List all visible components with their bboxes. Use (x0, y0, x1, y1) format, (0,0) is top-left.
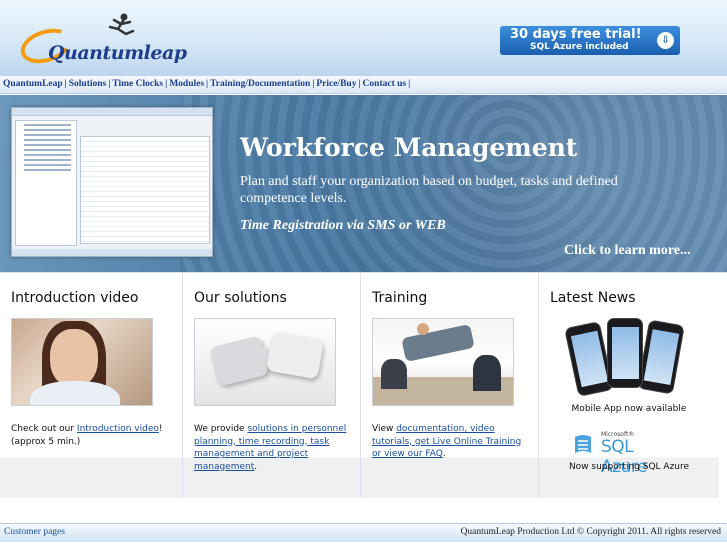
intro-video-thumbnail[interactable] (11, 318, 153, 406)
logo-text: Quantumleap (48, 42, 187, 64)
training-text: View documentation, video tutorials, get… (372, 424, 522, 459)
copyright-text: QuantumLeap Production Ltd © Copyright 2… (460, 527, 721, 537)
trial-title: 30 days free trial! (510, 27, 642, 42)
solutions-heading: Our solutions (194, 290, 287, 306)
nav-item-training[interactable]: Training/Documentation | (210, 79, 316, 89)
nav-item-modules[interactable]: Modules | (169, 79, 210, 89)
customer-pages-link[interactable]: Customer pages (4, 527, 65, 537)
training-column: Training View documentation, video tutor… (361, 273, 539, 498)
intro-video-link[interactable]: Introduction video (77, 424, 159, 434)
solutions-column: Our solutions We provide solutions in pe… (183, 273, 361, 498)
nav-item-price-buy[interactable]: Price/Buy | (316, 79, 362, 89)
mobile-phones-image[interactable] (564, 318, 685, 404)
main-nav: QuantumLeap | Solutions | Time Clocks | Mod… (0, 76, 727, 94)
banner-tagline: Time Registration via SMS or WEB (240, 218, 446, 233)
footer: Customer pages QuantumLeap Production Lt… (0, 523, 727, 542)
latest-news-heading: Latest News (550, 290, 636, 306)
news-item-sql-azure[interactable]: Now supporting SQL Azure (539, 462, 719, 472)
nav-item-contact-us[interactable]: Contact us | (363, 79, 413, 89)
header: Quantumleap 30 days free trial! SQL Azur… (0, 0, 727, 76)
solutions-text: We provide solutions in personnel planni… (194, 424, 347, 472)
nav-item-quantumleap[interactable]: QuantumLeap | (3, 79, 69, 89)
sql-azure-logo[interactable]: Microsoft® SQL Azure (573, 431, 683, 477)
puzzle-image[interactable] (194, 318, 336, 406)
intro-video-heading: Introduction video (11, 290, 139, 306)
banner-title: Workforce Management (240, 133, 578, 162)
quantumleap-logo[interactable]: Quantumleap (16, 12, 187, 70)
banner-description: Plan and staff your organization based o… (240, 174, 618, 206)
training-heading: Training (372, 290, 428, 306)
azure-flag-icon (575, 435, 591, 453)
free-trial-button[interactable]: 30 days free trial! SQL Azure included ⇩ (500, 26, 680, 55)
download-arrow-icon: ⇩ (657, 32, 674, 49)
trial-subtitle: SQL Azure included (530, 42, 629, 52)
leaping-man-icon (108, 13, 135, 36)
news-item-mobile-app[interactable]: Mobile App now available (539, 404, 719, 414)
software-screenshot-image (11, 107, 213, 257)
intro-video-text: Check out our Introduction video! (appro… (11, 424, 163, 447)
training-image[interactable] (372, 318, 514, 406)
hero-banner[interactable]: Workforce Management Plan and staff your… (0, 95, 727, 272)
learn-more-link[interactable]: Click to learn more... (564, 243, 691, 259)
nav-item-time-clocks[interactable]: Time Clocks | (112, 79, 169, 89)
intro-video-column: Introduction video Check out our Introdu… (0, 273, 183, 498)
feature-columns: Introduction video Check out our Introdu… (0, 272, 727, 498)
latest-news-column: Latest News Mobile App now available Mic… (539, 273, 719, 498)
nav-item-solutions[interactable]: Solutions | (69, 79, 113, 89)
